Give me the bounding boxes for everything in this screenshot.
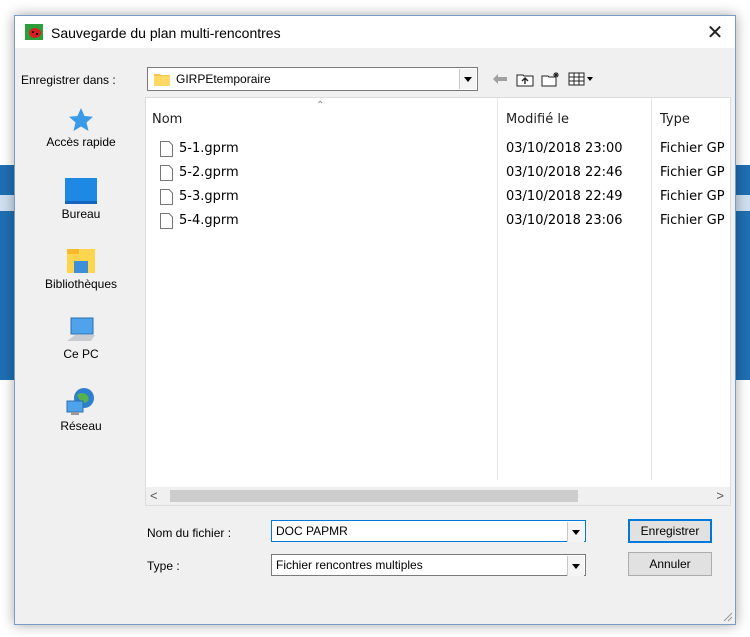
horizontal-scrollbar[interactable]: < > [146, 487, 730, 505]
filename-combobox[interactable] [271, 520, 586, 542]
view-menu-icon[interactable] [567, 70, 595, 88]
save-dialog: Sauvegarde du plan multi-rencontres ✕ En… [14, 15, 736, 625]
file-type: Fichier GP [660, 189, 725, 204]
file-name: 5-2.gprm [179, 165, 239, 180]
scrollbar-thumb[interactable] [170, 490, 578, 502]
column-header-type[interactable]: Type [660, 112, 690, 127]
type-label: Type : [147, 559, 180, 573]
column-header-name[interactable]: Nom [152, 112, 182, 127]
libraries-icon [67, 249, 95, 273]
chevron-down-icon[interactable] [567, 522, 584, 542]
file-icon [160, 165, 173, 181]
file-list[interactable]: ⌃ Nom Modifié le Type 5-1.gprm 03/10/201… [145, 97, 731, 506]
file-modified: 03/10/2018 23:06 [506, 213, 623, 228]
save-button[interactable]: Enregistrer [628, 519, 712, 543]
file-modified: 03/10/2018 22:49 [506, 189, 623, 204]
file-icon [160, 189, 173, 205]
save-in-label: Enregistrer dans : [21, 73, 116, 87]
close-button[interactable]: ✕ [695, 16, 735, 48]
place-label: Bibliothèques [44, 277, 118, 291]
file-modified: 03/10/2018 22:46 [506, 165, 623, 180]
this-pc-icon [67, 317, 95, 341]
desktop-icon [65, 178, 97, 204]
place-this-pc[interactable]: Ce PC [21, 317, 141, 361]
file-name: 5-1.gprm [179, 141, 239, 156]
cancel-button[interactable]: Annuler [628, 552, 712, 576]
sort-ascending-icon: ⌃ [316, 100, 325, 111]
place-label: Réseau [60, 419, 102, 433]
resize-grip-icon[interactable] [721, 610, 733, 622]
dialog-title: Sauvegarde du plan multi-rencontres [51, 25, 281, 41]
folder-icon [154, 74, 170, 86]
place-label: Bureau [61, 207, 101, 221]
file-name: 5-3.gprm [179, 189, 239, 204]
place-network[interactable]: Réseau [21, 387, 141, 433]
place-desktop[interactable]: Bureau [21, 177, 141, 221]
file-name: 5-4.gprm [179, 213, 239, 228]
place-quick-access[interactable]: Accès rapide [21, 107, 141, 149]
file-type: Fichier GP [660, 213, 725, 228]
places-bar: Accès rapide Bureau Bibliothèques Ce PC [21, 97, 141, 477]
filename-label: Nom du fichier : [147, 526, 232, 540]
scroll-right-icon[interactable]: > [716, 488, 724, 503]
network-icon [66, 388, 94, 415]
file-icon [160, 141, 173, 157]
title-bar: Sauvegarde du plan multi-rencontres ✕ [15, 16, 735, 48]
place-libraries[interactable]: Bibliothèques [21, 247, 141, 291]
chevron-down-icon[interactable] [567, 556, 584, 576]
place-label: Ce PC [63, 347, 99, 361]
place-label: Accès rapide [46, 135, 116, 149]
new-folder-icon[interactable] [541, 70, 561, 88]
up-folder-icon[interactable] [515, 70, 535, 88]
file-type: Fichier GP [660, 141, 725, 156]
back-arrow-icon[interactable] [491, 70, 509, 88]
file-type-dropdown[interactable]: Fichier rencontres multiples [271, 554, 586, 576]
file-type: Fichier GP [660, 165, 725, 180]
save-location-dropdown[interactable]: GIRPEtemporaire [147, 67, 478, 91]
ladybug-app-icon [25, 24, 43, 40]
file-modified: 03/10/2018 23:00 [506, 141, 623, 156]
file-icon [160, 213, 173, 229]
file-row[interactable]: 5-2.gprm 03/10/2018 22:46 Fichier GP [146, 161, 732, 185]
column-header-modified[interactable]: Modifié le [506, 112, 569, 127]
file-type-value: Fichier rencontres multiples [276, 558, 423, 572]
chevron-down-icon[interactable] [459, 69, 476, 89]
file-row[interactable]: 5-3.gprm 03/10/2018 22:49 Fichier GP [146, 185, 732, 209]
close-icon: ✕ [706, 21, 724, 44]
quick-access-star-icon [69, 108, 93, 131]
file-row[interactable]: 5-1.gprm 03/10/2018 23:00 Fichier GP [146, 137, 732, 161]
scroll-left-icon[interactable]: < [150, 488, 158, 503]
location-value: GIRPEtemporaire [176, 72, 271, 86]
file-row[interactable]: 5-4.gprm 03/10/2018 23:06 Fichier GP [146, 209, 732, 233]
background-app-strip [736, 165, 750, 380]
filename-input[interactable] [276, 523, 556, 539]
